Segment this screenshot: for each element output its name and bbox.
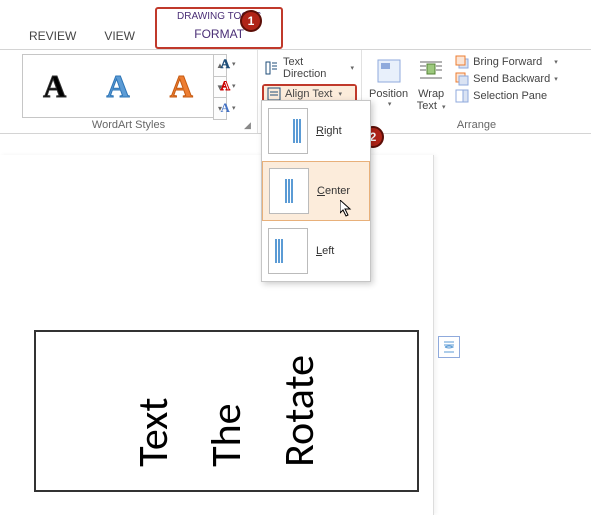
position-label: Position [369,88,408,100]
text-direction-label: Text Direction [283,56,344,80]
selection-pane-icon [455,89,469,103]
align-right-label: Right [316,125,342,137]
selection-pane-label: Selection Pane [473,90,547,102]
bring-forward-icon [455,55,469,69]
textbox-word-2: The [201,355,252,467]
text-box[interactable]: Rotate The Text [34,330,419,492]
dropdown-arrow-icon: ▾ [554,58,558,66]
align-left-label: Left [316,245,334,257]
text-fill-button[interactable]: A▾ [218,54,238,74]
bring-forward-label: Bring Forward [473,56,542,68]
align-text-icon [267,87,281,101]
wrap-text-label-2: Text [417,100,437,112]
send-backward-label: Send Backward [473,73,550,85]
dropdown-arrow-icon: ▾ [350,64,354,72]
text-direction-button[interactable]: Text Direction ▾ [262,54,357,82]
dropdown-arrow-icon: ▾ [339,90,343,98]
align-text-right-item[interactable]: Right [262,101,370,161]
group-label-arrange: Arrange [362,119,591,133]
align-right-icon [268,108,308,154]
group-label-wordart: WordArt Styles [0,119,257,133]
wordart-gallery[interactable]: A A A ▲ ▼ ▾ [22,54,214,118]
position-icon [374,56,404,86]
contextual-tab-drawing-tools[interactable]: DRAWING TOOLS FORMAT [155,7,283,49]
tab-review[interactable]: REVIEW [15,23,90,49]
dropdown-arrow-icon: ▾ [442,104,446,111]
selection-pane-button[interactable]: Selection Pane [452,88,561,104]
text-outline-button[interactable]: A▾ [218,76,238,96]
tab-view[interactable]: VIEW [90,23,149,49]
wrap-text-label-1: Wrap [418,88,444,100]
align-text-label: Align Text [285,88,333,100]
tab-format[interactable]: FORMAT [157,22,281,47]
callout-badge-1: 1 [240,10,262,32]
align-center-label: Center [317,185,350,197]
position-button[interactable]: Position ▾ [367,54,410,112]
textbox-word-3: Text [128,355,179,467]
contextual-tab-header: DRAWING TOOLS [157,9,281,22]
align-text-left-item[interactable]: Left [262,221,370,281]
text-effects-button[interactable]: A▾ [218,98,238,118]
wordart-style-1[interactable]: A [43,68,66,105]
align-text-dropdown: Right Center Left [261,100,371,282]
dropdown-arrow-icon: ▾ [388,100,392,108]
layout-options-button[interactable] [438,336,460,358]
group-arrange: Position ▾ Wrap Text ▾ Bring Forward [362,50,591,133]
wordart-style-3[interactable]: A [170,68,193,105]
send-backward-button[interactable]: Send Backward ▾ [452,71,561,87]
cursor-icon [340,200,354,218]
dialog-launcher-wordart[interactable]: ◢ [244,120,254,130]
send-backward-icon [455,72,469,86]
align-left-icon [268,228,308,274]
dropdown-arrow-icon: ▾ [554,75,558,83]
wrap-text-button[interactable]: Wrap Text ▾ [414,54,448,112]
align-center-icon [269,168,309,214]
wrap-text-icon [416,56,446,86]
group-wordart-styles: A A A ▲ ▼ ▾ A▾ A▾ A▾ WordArt Styles ◢ [0,50,258,133]
textbox-word-1: Rotate [274,355,325,467]
bring-forward-button[interactable]: Bring Forward ▾ [452,54,561,70]
text-direction-icon [265,61,279,75]
wordart-style-2[interactable]: A [106,68,129,105]
